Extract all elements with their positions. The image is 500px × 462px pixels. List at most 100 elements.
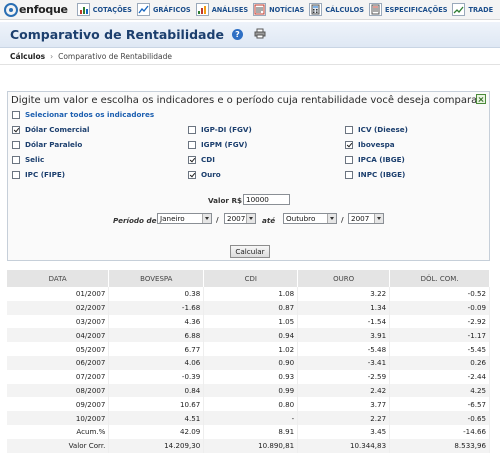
indicator-dolar-comercial[interactable]: Dólar Comercial [12, 125, 89, 134]
periodo-label: Período de [113, 216, 157, 225]
end-year-select[interactable]: 2007 [348, 213, 384, 224]
value-cell: 0.99 [203, 383, 299, 398]
nav-item-graficos[interactable]: GRÁFICOS [136, 3, 191, 16]
nav-item-label: GRÁFICOS [152, 5, 191, 14]
checkbox-box[interactable] [188, 140, 196, 149]
specs-icon [368, 3, 382, 16]
indicator-label: Dólar Comercial [25, 125, 90, 134]
value-cell: -0.52 [389, 287, 490, 301]
start-year-select[interactable]: 2007 [224, 213, 256, 224]
checkbox-box[interactable] [345, 170, 353, 179]
indicator-ibovespa[interactable]: Ibovespa [345, 140, 395, 149]
checkbox-box[interactable] [12, 170, 20, 179]
indicator-cdi[interactable]: CDI [188, 155, 215, 164]
select-all-label[interactable]: Selecionar todos os indicadores [25, 110, 154, 119]
valor-input[interactable]: 10000 [243, 194, 290, 205]
indicator-igpm[interactable]: IGPM (FGV) [188, 140, 247, 149]
analysis-icon [195, 3, 209, 16]
indicator-igp-di[interactable]: IGP-DI (FGV) [188, 125, 252, 134]
value-cell: 14.209,30 [108, 438, 205, 453]
results-table: DATA BOVESPA CDI OURO DÓL. COM. 01/2007 0… [7, 270, 490, 453]
table-row: 05/2007 6.77 1.02 -5.48 -5.45 [7, 342, 490, 356]
nav-item-label: COTAÇÕES [92, 5, 132, 14]
value-cell: 4.51 [108, 411, 205, 425]
checkbox-box[interactable] [345, 125, 353, 134]
logo-icon [4, 2, 18, 17]
indicator-label: IGP-DI (FGV) [201, 125, 252, 134]
nav-item-label: CÁLCULOS [325, 5, 364, 14]
row-label-cell: 08/2007 [7, 383, 110, 398]
nav-item-label: ESPECIFICAÇÕES [384, 5, 448, 14]
print-icon[interactable] [254, 28, 266, 41]
table-row: 04/2007 6.88 0.94 3.91 -1.17 [7, 328, 490, 343]
value-cell: -6.57 [389, 397, 490, 412]
close-panel-icon[interactable] [476, 94, 486, 104]
value-cell: 4.36 [108, 314, 205, 329]
value-cell: 2.27 [297, 411, 391, 425]
form-heading: Digite um valor e escolha os indicadores… [11, 95, 485, 106]
nav-item-label: NOTÍCIAS [269, 5, 305, 14]
indicator-inpc[interactable]: INPC (IBGE) [345, 170, 405, 179]
breadcrumb: Cálculos › Comparativo de Rentabilidade [10, 52, 172, 61]
nav-item-analises[interactable]: ANÁLISES [195, 3, 248, 16]
column-header: OURO [297, 270, 391, 287]
breadcrumb-current: Comparativo de Rentabilidade [58, 52, 172, 61]
title-bar: Comparativo de Rentabilidade ? [0, 22, 500, 48]
indicator-selic[interactable]: Selic [12, 155, 44, 164]
top-nav: enfoque COTAÇÕES GRÁFICOS ANÁLISES NOTÍC… [0, 0, 500, 20]
value-cell: -5.48 [297, 342, 391, 356]
table-body: 01/2007 0.38 1.08 3.22 -0.52 02/2007 -1.68 0.87… [7, 287, 490, 453]
checkbox-checked[interactable] [188, 155, 196, 164]
checkbox-box[interactable] [345, 155, 353, 164]
value-cell: -0.39 [108, 369, 205, 384]
indicator-label: Ouro [201, 170, 221, 179]
calculator-icon [309, 3, 323, 16]
checkbox-checked[interactable] [188, 170, 196, 179]
nav-item-noticias[interactable]: NOTÍCIAS [253, 3, 304, 16]
page-title: Comparativo de Rentabilidade [10, 27, 224, 42]
value-cell: -0.09 [389, 300, 490, 315]
logo[interactable]: enfoque [4, 2, 68, 17]
calcular-button[interactable]: Calcular [230, 245, 270, 258]
row-label-cell: 05/2007 [7, 342, 110, 356]
breadcrumb-link-calculos[interactable]: Cálculos [10, 52, 45, 61]
checkbox-box[interactable] [12, 110, 20, 119]
checkbox-box[interactable] [12, 155, 20, 164]
value-cell: 4.25 [389, 383, 490, 398]
indicator-label: ICV (Dieese) [358, 125, 408, 134]
indicator-label: CDI [201, 155, 215, 164]
checkbox-checked[interactable] [345, 140, 353, 149]
value-cell: 1.05 [203, 314, 299, 329]
chevron-down-icon [202, 214, 211, 223]
checkbox-box[interactable] [12, 140, 20, 149]
nav-item-especificacoes[interactable]: ESPECIFICAÇÕES [368, 3, 448, 16]
value-cell: -2.44 [389, 369, 490, 384]
indicator-dolar-paralelo[interactable]: Dólar Paralelo [12, 140, 82, 149]
column-header: DÓL. COM. [389, 270, 490, 287]
select-all-checkbox[interactable]: Selecionar todos os indicadores [12, 110, 154, 119]
row-label-cell: 09/2007 [7, 397, 110, 412]
start-month-select[interactable]: Janeiro [157, 213, 212, 224]
help-icon[interactable]: ? [231, 29, 243, 40]
row-label-cell: 03/2007 [7, 314, 110, 329]
indicator-ipca[interactable]: IPCA (IBGE) [345, 155, 405, 164]
value-cell: -0.65 [389, 411, 490, 425]
value-cell: 8.533,96 [389, 438, 490, 453]
indicator-label: IGPM (FGV) [201, 140, 248, 149]
value-cell: 10.890,81 [203, 438, 299, 453]
nav-item-cotacoes[interactable]: COTAÇÕES [76, 3, 132, 16]
indicator-label: Selic [25, 155, 45, 164]
value-cell: 0.26 [389, 355, 490, 370]
column-header: CDI [203, 270, 299, 287]
value-cell: 3.22 [297, 287, 391, 301]
nav-item-calculos[interactable]: CÁLCULOS [309, 3, 364, 16]
checkbox-checked[interactable] [12, 125, 20, 134]
indicator-ipc-fipe[interactable]: IPC (FIPE) [12, 170, 65, 179]
chevron-down-icon [246, 214, 255, 223]
nav-item-trade[interactable]: TRADE [452, 3, 493, 16]
indicator-icv[interactable]: ICV (Dieese) [345, 125, 408, 134]
end-month-select[interactable]: Outubro [283, 213, 337, 224]
table-row: 09/2007 10.67 0.80 3.77 -6.57 [7, 397, 490, 412]
checkbox-box[interactable] [188, 125, 196, 134]
indicator-ouro[interactable]: Ouro [188, 170, 221, 179]
